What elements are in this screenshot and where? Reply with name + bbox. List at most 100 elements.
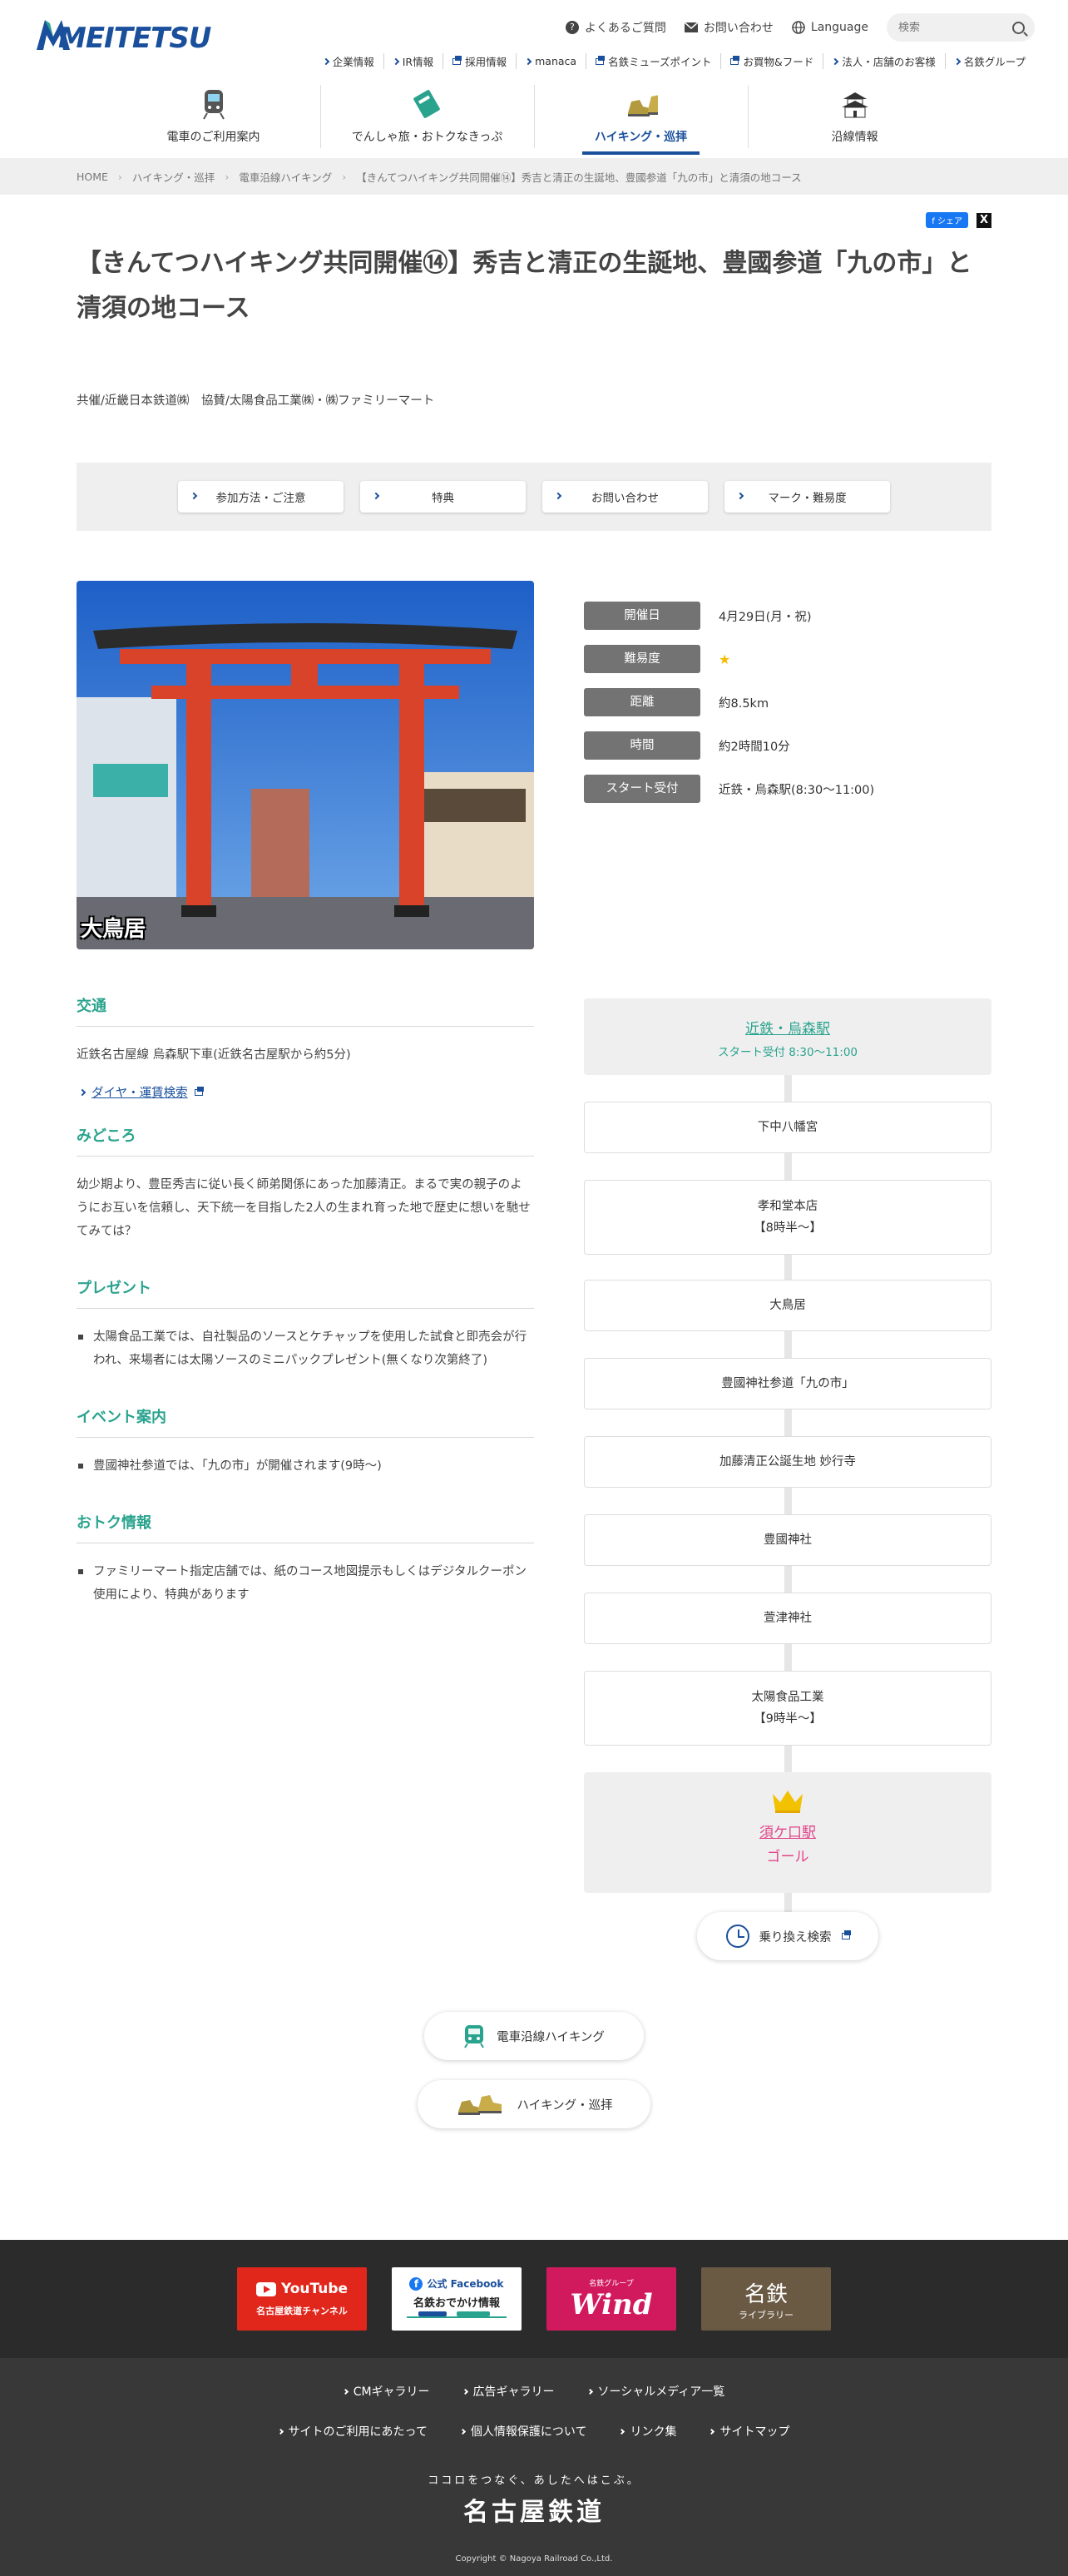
gnav-label: でんしゃ旅・おトクなきっぷ xyxy=(351,131,503,144)
route-point-name: 豊國神社 xyxy=(764,1533,812,1547)
footer-nav-secondary: サイトのご利用にあたって 個人情報保護について リンク集 サイトマップ xyxy=(0,2423,1068,2440)
torii-gate-image xyxy=(77,581,534,949)
goal-station-link[interactable]: 須ケ口駅 xyxy=(584,1821,991,1841)
info-value: 約8.5km xyxy=(719,696,769,711)
corporate-links: 企業情報 IR情報 採用情報 manaca 名鉄ミューズポイント お買物&フード… xyxy=(314,53,1035,69)
gnav-area-info[interactable]: 沿線情報 xyxy=(748,80,962,155)
footer-link-label: 広告ギャラリー xyxy=(472,2385,555,2399)
corporate-tagline: ココロをつなぐ、あしたへはこぶ。 xyxy=(428,2474,640,2487)
breadcrumb-separator-icon: › xyxy=(117,170,122,183)
info-label: 難易度 xyxy=(584,645,700,673)
route-point-name: 孝和堂本店 xyxy=(757,1200,818,1213)
train-illustration-icon xyxy=(407,2311,507,2318)
breadcrumb-train-hiking[interactable]: 電車沿線ハイキング xyxy=(239,169,332,185)
youtube-banner[interactable]: YouTube 名古屋鉄道チャンネル xyxy=(237,2267,367,2331)
route-point-time: 【9時半〜】 xyxy=(754,1712,822,1726)
photo-caption: 大鳥居 xyxy=(81,917,146,942)
gnav-hiking[interactable]: ハイキング・巡拝 xyxy=(534,80,748,155)
facebook-share-label: シェア xyxy=(937,217,962,226)
route-map: 近鉄・烏森駅 スタート受付 8:30〜11:00 下中八幡宮 孝和堂本店 【8時半… xyxy=(584,998,991,1939)
info-value: 近鉄・烏森駅(8:30〜11:00) xyxy=(719,783,875,797)
breadcrumb: HOME › ハイキング・巡拝 › 電車沿線ハイキング › 【きんてつハイキング共同開… xyxy=(0,158,1068,195)
meitetsu-logo[interactable]: MEITETSU xyxy=(33,13,211,57)
chevron-right-icon xyxy=(342,2388,349,2395)
faq-link[interactable]: ? よくあるご質問 xyxy=(565,19,666,36)
footer-link-privacy[interactable]: 個人情報保護について xyxy=(444,2423,604,2440)
language-link[interactable]: Language xyxy=(792,21,868,34)
facebook-banner[interactable]: f 公式 Facebook 名鉄おでかけ情報 xyxy=(392,2267,522,2331)
sublink-muse-point[interactable]: 名鉄ミューズポイント xyxy=(586,53,720,69)
footer-link-cm-gallery[interactable]: CMギャラリー xyxy=(327,2383,447,2400)
info-label: 距離 xyxy=(584,688,700,716)
pill-label: 電車沿線ハイキング xyxy=(497,2030,605,2044)
sublink-manaca[interactable]: manaca xyxy=(516,53,586,69)
hiking-boots-icon xyxy=(627,95,658,116)
train-hiking-button[interactable]: 電車沿線ハイキング xyxy=(424,2012,644,2060)
footer-link-sitemap[interactable]: サイトマップ xyxy=(693,2423,806,2440)
external-link-icon xyxy=(730,55,740,65)
youtube-title: YouTube xyxy=(280,2281,349,2297)
footer-link-links[interactable]: リンク集 xyxy=(603,2423,693,2440)
chevron-right-icon xyxy=(524,57,532,65)
anchor-contact[interactable]: お問い合わせ xyxy=(542,481,708,513)
crown-icon xyxy=(773,1791,803,1813)
chevron-right-icon xyxy=(190,492,198,500)
route-point-name: 豊國神社参道「九の市」 xyxy=(721,1377,854,1390)
sublink-label: manaca xyxy=(535,55,577,67)
facebook-share-button[interactable]: f シェア xyxy=(926,212,968,228)
train-icon xyxy=(202,90,225,120)
utility-nav: ? よくあるご質問 お問い合わせ Language xyxy=(565,13,1035,42)
gnav-tickets[interactable]: でんしゃ旅・おトクなきっぷ xyxy=(320,80,534,155)
sublink-label: 企業情報 xyxy=(332,56,374,68)
anchor-participation[interactable]: 参加方法・ご注意 xyxy=(178,481,344,513)
gnav-label: 電車のご利用案内 xyxy=(166,131,260,144)
anchor-benefits[interactable]: 特典 xyxy=(360,481,526,513)
anchor-label: 特典 xyxy=(432,492,454,505)
contact-link[interactable]: お問い合わせ xyxy=(684,19,774,36)
footer-nav-primary: CMギャラリー 広告ギャラリー ソーシャルメディア一覧 xyxy=(0,2383,1068,2400)
search-input[interactable] xyxy=(898,21,998,34)
wind-title: Wind xyxy=(570,2287,653,2321)
event-section: イベント案内 豊國神社参道では、「九の市」が開催されます(9時〜) xyxy=(77,1405,534,1478)
chevron-right-icon xyxy=(459,2428,466,2435)
chevron-right-icon xyxy=(953,57,961,65)
sublink-label: 法人・店舗のお客様 xyxy=(842,56,936,68)
start-station-link[interactable]: 近鉄・烏森駅 xyxy=(584,1017,991,1038)
info-value: 4月29日(月・祝) xyxy=(719,610,812,624)
timetable-search-link[interactable]: ダイヤ・運賃検索 xyxy=(77,1083,534,1101)
section-heading: プレゼント xyxy=(77,1276,534,1309)
footer-banners: YouTube 名古屋鉄道チャンネル f 公式 Facebook 名鉄おでかけ情… xyxy=(0,2240,1068,2358)
highlights-text: 幼少期より、豊臣秀吉に従い長く師弟関係にあった加藤清正。まるで実の親子のようにお… xyxy=(77,1178,531,1238)
contact-label: お問い合わせ xyxy=(703,22,774,35)
wind-magazine-banner[interactable]: 名鉄グループ Wind xyxy=(546,2267,676,2331)
sublink-recruit[interactable]: 採用情報 xyxy=(443,53,516,69)
corporate-name: 名古屋鉄道 xyxy=(463,2498,605,2527)
search-icon[interactable] xyxy=(1012,21,1025,34)
transfer-search-button[interactable]: 乗り換え検索 xyxy=(697,1912,878,1960)
start-note: スタート受付 8:30〜11:00 xyxy=(717,1046,858,1059)
footer-link-label: サイトマップ xyxy=(719,2425,790,2439)
sublink-group[interactable]: 名鉄グループ xyxy=(944,53,1035,69)
gnav-label: ハイキング・巡拝 xyxy=(594,131,688,144)
meitetsu-library-banner[interactable]: 名鉄 ライブラリー xyxy=(701,2267,831,2331)
x-share-button[interactable]: X xyxy=(977,212,991,228)
hiking-pilgrimage-button[interactable]: ハイキング・巡拝 xyxy=(418,2080,650,2128)
route-point: 加藤清正公誕生地 妙行寺 xyxy=(584,1436,991,1488)
anchor-marks[interactable]: マーク・難易度 xyxy=(724,481,890,513)
footer-link-ad-gallery[interactable]: 広告ギャラリー xyxy=(447,2383,571,2400)
footer-link-terms[interactable]: サイトのご利用にあたって xyxy=(262,2423,444,2440)
library-subtitle: ライブラリー xyxy=(739,2309,794,2321)
sublink-corporate[interactable]: 企業情報 xyxy=(314,53,383,69)
breadcrumb-home[interactable]: HOME xyxy=(77,171,108,183)
sublink-shopping[interactable]: お買物&フード xyxy=(720,53,823,69)
sublink-label: IR情報 xyxy=(402,56,434,68)
breadcrumb-hiking[interactable]: ハイキング・巡拝 xyxy=(132,169,215,185)
external-link-icon xyxy=(841,1930,851,1939)
sublink-business[interactable]: 法人・店舗のお客様 xyxy=(823,53,945,69)
footer-link-social-media[interactable]: ソーシャルメディア一覧 xyxy=(571,2383,742,2400)
youtube-play-icon xyxy=(255,2281,276,2296)
ticket-icon xyxy=(413,90,440,118)
gnav-train-guide[interactable]: 電車のご利用案内 xyxy=(106,80,320,155)
info-row-distance: 距離 約8.5km xyxy=(584,681,991,724)
sublink-ir[interactable]: IR情報 xyxy=(383,53,443,69)
